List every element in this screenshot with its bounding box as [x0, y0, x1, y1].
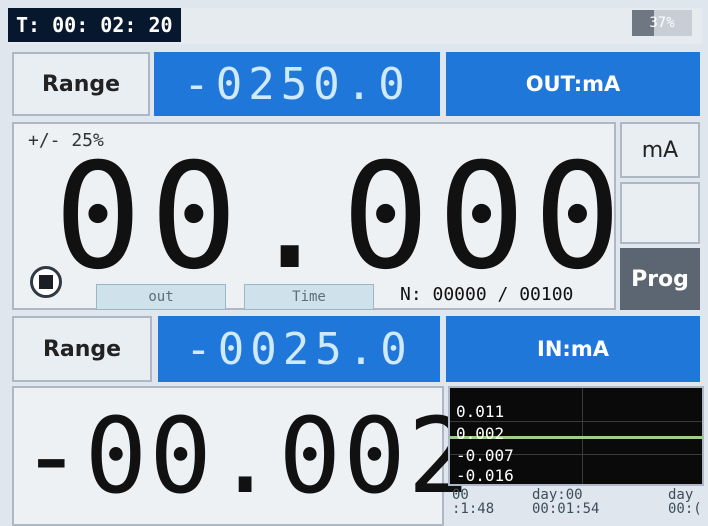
input-reading: -00.002 — [20, 395, 473, 517]
n-counter: N: 00000 / 00100 — [400, 284, 574, 305]
calibrator-screen: T: 00: 02: 20 37% Range -0250.0 OUT:mA +… — [0, 0, 708, 526]
output-range-button[interactable]: Range — [12, 52, 150, 116]
grid-line — [450, 421, 702, 422]
empty-indicator — [620, 182, 700, 244]
time-label-line1: 00 — [452, 487, 469, 503]
time-label: day:00 00:01:54 — [532, 488, 599, 516]
time-label: day 00:( — [668, 488, 702, 516]
output-reading: 00.000 — [54, 132, 630, 302]
time-label: 00 :1:48 — [452, 488, 494, 516]
input-panel: -00.002 — [12, 386, 470, 526]
output-panel: +/- 25% 00.000 out Time N: 00000 / 00100 — [12, 122, 621, 310]
prog-button[interactable]: Prog — [620, 248, 700, 310]
time-label-line1: day — [668, 487, 694, 503]
elapsed-timer: T: 00: 02: 20 — [8, 8, 181, 42]
out-button[interactable]: out — [96, 284, 226, 310]
y-label: 0.002 — [456, 424, 505, 443]
output-mode-button[interactable]: OUT:mA — [446, 52, 700, 116]
y-label: -0.007 — [456, 446, 514, 465]
stop-button[interactable] — [30, 266, 62, 298]
trend-graph: 0.011 0.002 -0.007 -0.016 — [448, 386, 704, 486]
time-label-line2: 00:( — [668, 501, 702, 517]
y-label: -0.016 — [456, 466, 514, 485]
time-button[interactable]: Time — [244, 284, 374, 310]
time-label-line2: :1:48 — [452, 501, 495, 517]
y-label: 0.011 — [456, 402, 505, 421]
time-label-line2: 00:01:54 — [532, 501, 600, 517]
time-label-line1: day:00 — [532, 487, 583, 503]
unit-label: mA — [620, 122, 700, 178]
input-range-value[interactable]: -0025.0 — [158, 316, 440, 382]
status-bar: T: 00: 02: 20 37% — [8, 8, 702, 44]
battery-percent: 37% — [649, 15, 675, 31]
input-range-button[interactable]: Range — [12, 316, 152, 382]
battery-indicator: 37% — [632, 10, 692, 36]
output-range-value[interactable]: -0250.0 — [154, 52, 440, 116]
input-mode-button[interactable]: IN:mA — [446, 316, 700, 382]
stop-icon — [39, 275, 53, 289]
